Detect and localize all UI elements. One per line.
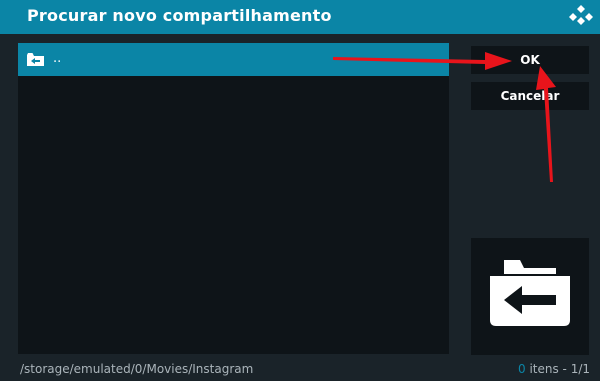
items-text: itens - xyxy=(525,362,571,376)
page-indicator: 1/1 xyxy=(570,362,590,376)
list-item-parent-folder[interactable]: .. xyxy=(18,43,449,76)
file-list[interactable]: .. xyxy=(18,43,449,354)
item-count-status: 0 itens - 1/1 xyxy=(518,362,590,376)
item-count: 0 xyxy=(517,362,526,376)
folder-preview xyxy=(471,238,589,355)
folder-back-icon xyxy=(27,53,44,66)
dialog-titlebar: Procurar novo compartilhamento xyxy=(0,0,600,34)
file-browser-dialog: Procurar novo compartilhamento .. OK Can… xyxy=(0,0,600,381)
list-item-label: .. xyxy=(53,51,62,66)
cancel-button[interactable]: Cancelar xyxy=(471,82,589,110)
ok-button[interactable]: OK xyxy=(471,46,589,74)
folder-back-icon xyxy=(490,260,570,326)
dialog-title: Procurar novo compartilhamento xyxy=(27,6,332,25)
kodi-logo-icon xyxy=(569,5,593,25)
current-path: /storage/emulated/0/Movies/Instagram xyxy=(20,362,254,376)
